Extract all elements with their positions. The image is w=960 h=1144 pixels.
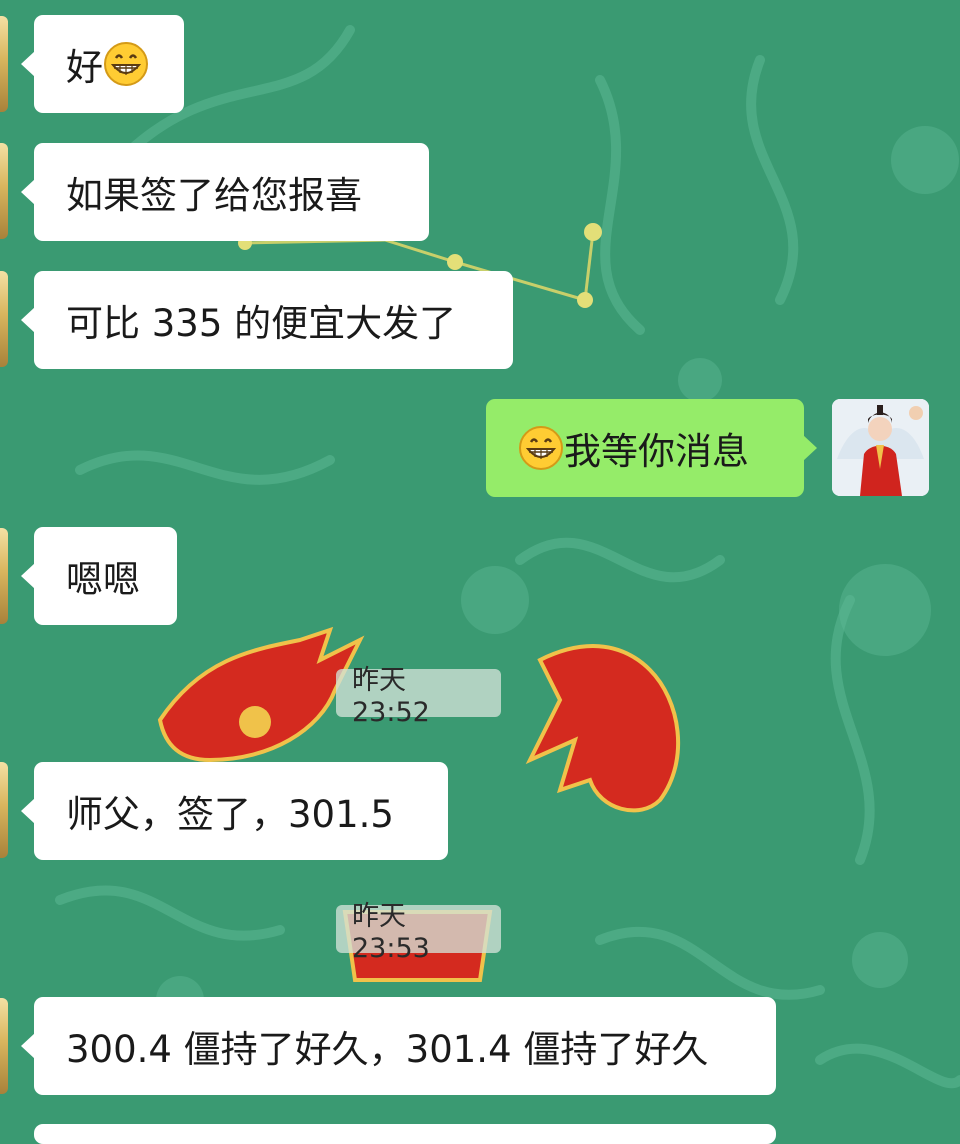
contact-avatar[interactable]	[0, 143, 8, 239]
contact-avatar[interactable]	[0, 271, 8, 367]
message-text: 300.4 僵持了好久，301.4 僵持了好久	[66, 1028, 709, 1071]
grinning-face-emoji-icon	[519, 426, 563, 470]
message-text: 如果签了给您报喜	[66, 174, 362, 217]
timestamp-divider: 昨天 23:53	[336, 901, 501, 964]
incoming-message-bubble[interactable]: 300.4 僵持了好久，301.4 僵持了好久	[21, 997, 776, 1095]
incoming-message-bubble[interactable]: 师父，签了，301.5	[21, 762, 448, 860]
contact-avatar[interactable]	[0, 528, 8, 624]
contact-avatar[interactable]	[0, 762, 8, 858]
avatar-portrait-image	[832, 399, 929, 496]
incoming-message-bubble[interactable]: 可比 335 的便宜大发了	[21, 271, 513, 369]
message-text: 可比 335 的便宜大发了	[66, 302, 457, 345]
incoming-message-bubble[interactable]: 如果签了给您报喜	[21, 143, 429, 241]
my-avatar[interactable]	[832, 399, 929, 496]
incoming-message-bubble-partial[interactable]	[34, 1124, 776, 1144]
message-text: 嗯嗯	[66, 558, 140, 601]
contact-avatar[interactable]	[0, 998, 8, 1094]
timestamp-divider: 昨天 23:52	[336, 665, 501, 728]
incoming-message-bubble[interactable]: 好	[21, 15, 184, 113]
timestamp-text: 昨天 23:53	[352, 901, 430, 964]
message-text: 师父，签了，301.5	[66, 793, 394, 836]
timestamp-text: 昨天 23:52	[352, 665, 430, 728]
incoming-message-bubble[interactable]: 嗯嗯	[21, 527, 177, 625]
message-text: 好	[66, 46, 103, 89]
outgoing-message-bubble[interactable]: 我等你消息	[486, 399, 817, 497]
grinning-face-emoji-icon	[104, 42, 148, 86]
message-text: 我等你消息	[564, 430, 749, 473]
contact-avatar[interactable]	[0, 16, 8, 112]
